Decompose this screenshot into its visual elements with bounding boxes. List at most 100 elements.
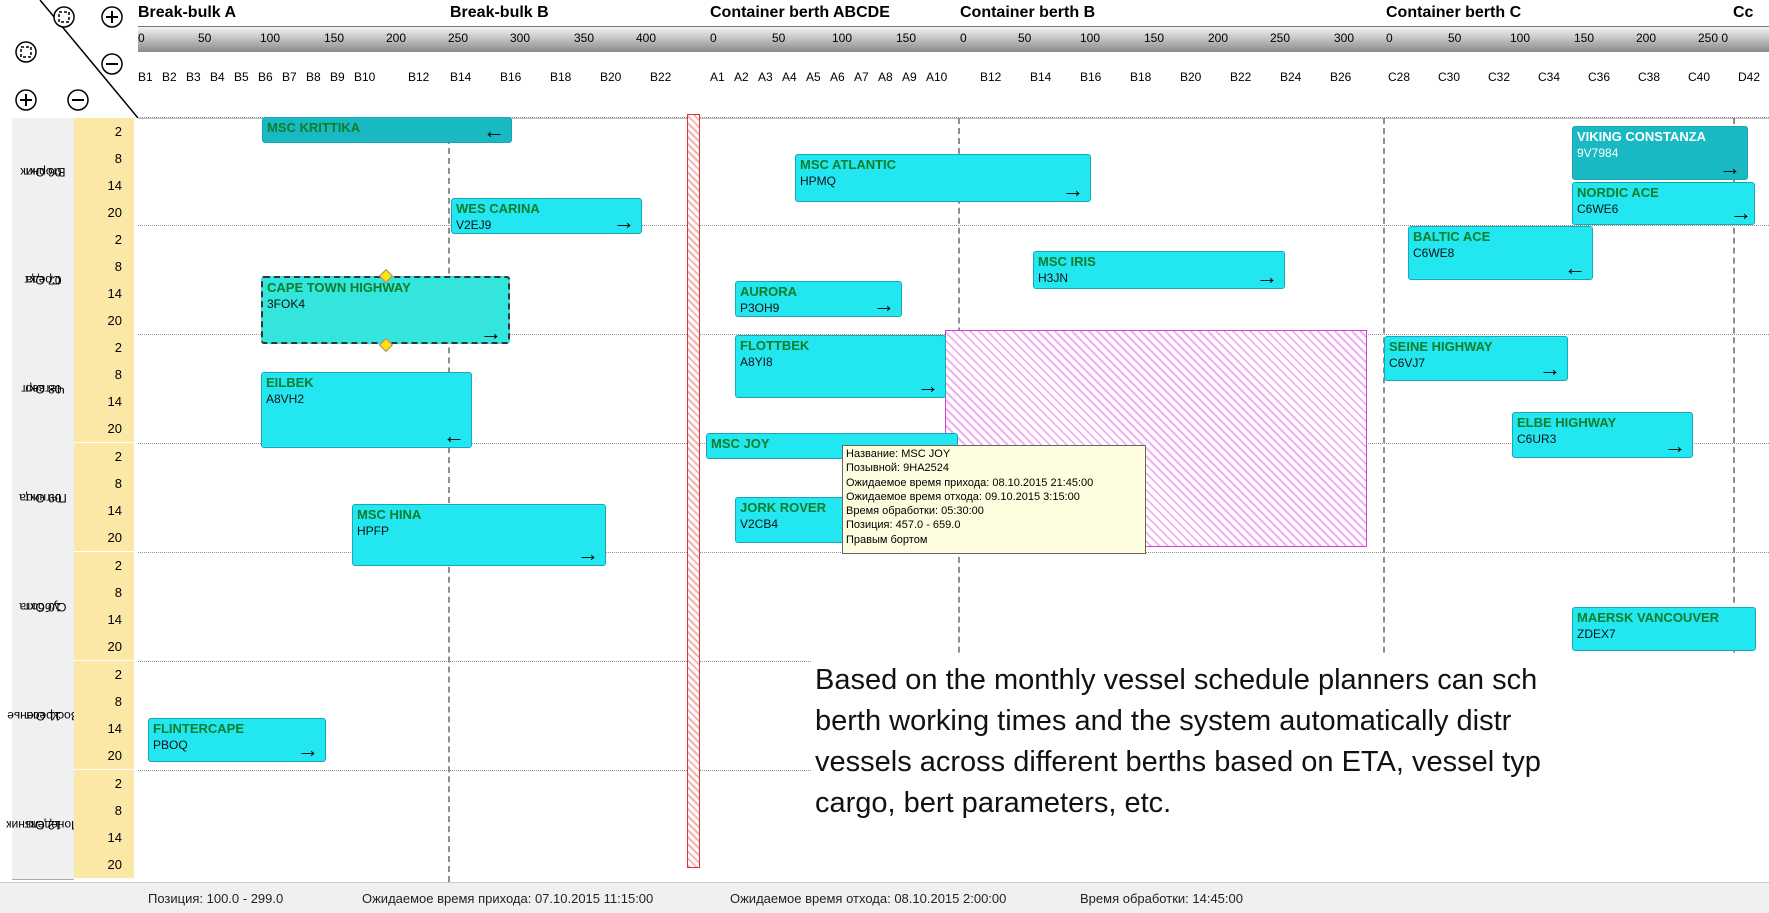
bollard-label: A2 — [734, 70, 749, 84]
vessel-bar[interactable]: NORDIC ACE C6WE6 → — [1572, 182, 1755, 225]
hour-cell: 2 — [74, 770, 134, 797]
section-title[interactable]: Container berth B — [960, 4, 1095, 22]
vessel-name: AURORA — [740, 284, 798, 299]
day-weekday: Пятница — [19, 490, 67, 505]
ruler-tick: 0 — [710, 31, 717, 45]
bollard-label: B24 — [1280, 70, 1302, 84]
bollard-label: C38 — [1638, 70, 1661, 84]
direction-arrow-icon: ← — [1564, 255, 1586, 280]
vessel-name: MSC HINA — [357, 507, 422, 522]
vessel-callsign: H3JN — [1038, 271, 1069, 285]
hour-cell: 20 — [74, 199, 134, 226]
vessel-bar[interactable]: BALTIC ACE C6WE8 ← — [1408, 226, 1593, 280]
hour-cell: 14 — [74, 280, 134, 307]
fit-icon[interactable] — [52, 5, 76, 29]
position-ruler[interactable]: 0 50 100 150 200 250 300 350 400 0 50 10… — [138, 26, 1769, 53]
day-weekday: Воскресенье — [7, 708, 79, 723]
day-weekday: Вторник — [20, 164, 66, 179]
vessel-name: MAERSK VANCOUVER — [1577, 610, 1720, 625]
bollard-label: B16 — [500, 70, 522, 84]
hour-cell: 14 — [74, 824, 134, 851]
bollard-label: B10 — [354, 70, 376, 84]
section-title[interactable]: Break-bulk B — [450, 4, 549, 22]
bollard-label: B26 — [1330, 70, 1352, 84]
vessel-callsign: C6UR3 — [1517, 432, 1557, 446]
vessel-callsign: V2EJ9 — [456, 218, 492, 232]
vessel-bar[interactable]: MAERSK VANCOUVER ZDEX7 — [1572, 607, 1756, 651]
day-weekday: Суббота — [19, 599, 67, 614]
bollard-label: B12 — [980, 70, 1002, 84]
day-weekday: Среда — [25, 272, 61, 287]
vessel-bar[interactable]: VIKING CONSTANZA 9V7984 → — [1572, 126, 1748, 180]
ruler-tick: 300 — [510, 31, 531, 45]
ruler-tick: 0 — [960, 31, 967, 45]
bollard-label: A8 — [878, 70, 893, 84]
hour-cell: 20 — [74, 742, 134, 769]
hour-cell: 14 — [74, 497, 134, 524]
status-etd: Ожидаемое время отхода: 08.10.2015 2:00:… — [730, 891, 1007, 906]
corner-controls — [0, 0, 138, 118]
vessel-callsign: A8YI8 — [740, 355, 773, 369]
ruler-tick: 50 — [1448, 31, 1462, 45]
zoom-in-icon[interactable] — [14, 88, 38, 112]
vessel-bar[interactable]: JORK ROVER V2CB4 — [735, 497, 855, 543]
vessel-bar[interactable]: AURORA P3OH9 → — [735, 281, 902, 317]
section-title[interactable]: Break-bulk A — [138, 4, 236, 22]
vessel-bar[interactable]: FLINTERCAPE PBOQ → — [148, 718, 326, 762]
section-title[interactable]: Container berth ABCDE — [710, 4, 890, 22]
vessel-name: ELBE HIGHWAY — [1517, 415, 1617, 430]
direction-arrow-icon: → — [917, 373, 939, 398]
bollard-label: B3 — [186, 70, 201, 84]
direction-arrow-icon: → — [480, 320, 502, 345]
bollard-label: A5 — [806, 70, 821, 84]
hour-cell: 8 — [74, 470, 134, 497]
vessel-name: MSC KRITTIKA — [267, 120, 361, 135]
section-title[interactable]: Container berth C — [1386, 4, 1521, 22]
vessel-name: EILBEK — [266, 375, 314, 390]
bollard-label: B2 — [162, 70, 177, 84]
zoom-in-icon[interactable] — [100, 5, 124, 29]
section-title[interactable]: Cc — [1733, 4, 1753, 22]
bollard-label: C30 — [1438, 70, 1461, 84]
direction-arrow-icon: → — [1062, 177, 1084, 202]
vessel-name: WES CARINA — [456, 201, 540, 216]
bollard-label: B22 — [1230, 70, 1252, 84]
vessel-name: CAPE TOWN HIGHWAY — [267, 280, 411, 295]
direction-arrow-icon: → — [873, 292, 895, 317]
bollard-label: B4 — [210, 70, 225, 84]
hour-cell: 8 — [74, 361, 134, 388]
fit-icon[interactable] — [14, 40, 38, 64]
direction-arrow-icon: → — [577, 541, 599, 566]
zoom-out-icon[interactable] — [100, 52, 124, 76]
vessel-bar[interactable]: ELBE HIGHWAY C6UR3 → — [1512, 412, 1693, 458]
tooltip-line: Правым бортом — [846, 533, 928, 546]
bollard-label: C36 — [1588, 70, 1611, 84]
hour-cell: 8 — [74, 579, 134, 606]
bollard-label: B8 — [306, 70, 321, 84]
vessel-callsign: 3FOK4 — [267, 297, 306, 311]
vessel-bar[interactable]: MSC ATLANTIC HPMQ → — [795, 154, 1091, 202]
caption-line: vessels across different berths based on… — [815, 746, 1541, 778]
day-weekday: Четверг — [21, 381, 65, 396]
vessel-bar[interactable]: MSC HINA HPFP → — [352, 504, 606, 566]
vessel-bar[interactable]: FLOTTBEK A8YI8 → — [735, 335, 946, 398]
vessel-bar[interactable]: WES CARINA V2EJ9 → — [451, 198, 642, 234]
vessel-bar[interactable]: SEINE HIGHWAY C6VJ7 → — [1384, 336, 1568, 381]
vessel-bar[interactable]: MSC KRITTIKA ← — [262, 117, 512, 143]
vessel-bar-selected[interactable]: CAPE TOWN HIGHWAY 3FOK4 → — [261, 276, 510, 344]
hour-cell: 8 — [74, 797, 134, 824]
caption-line: Based on the monthly vessel schedule pla… — [815, 664, 1538, 696]
hour-cell: 14 — [74, 388, 134, 415]
bollard-label: B14 — [450, 70, 472, 84]
vessel-bar[interactable]: MSC IRIS H3JN → — [1033, 251, 1285, 289]
day-cell: 07 Окт Среда — [12, 225, 74, 335]
vessel-bar[interactable]: EILBEK A8VH2 ← — [261, 372, 472, 448]
hour-cell: 2 — [74, 334, 134, 361]
direction-arrow-icon: → — [1664, 433, 1686, 458]
ruler-tick: 100 — [260, 31, 281, 45]
ruler-tick: 150 — [1144, 31, 1165, 45]
grid-vline — [448, 118, 450, 882]
ruler-tick: 50 — [198, 31, 212, 45]
zoom-out-icon[interactable] — [66, 88, 90, 112]
bollard-label: B12 — [408, 70, 430, 84]
